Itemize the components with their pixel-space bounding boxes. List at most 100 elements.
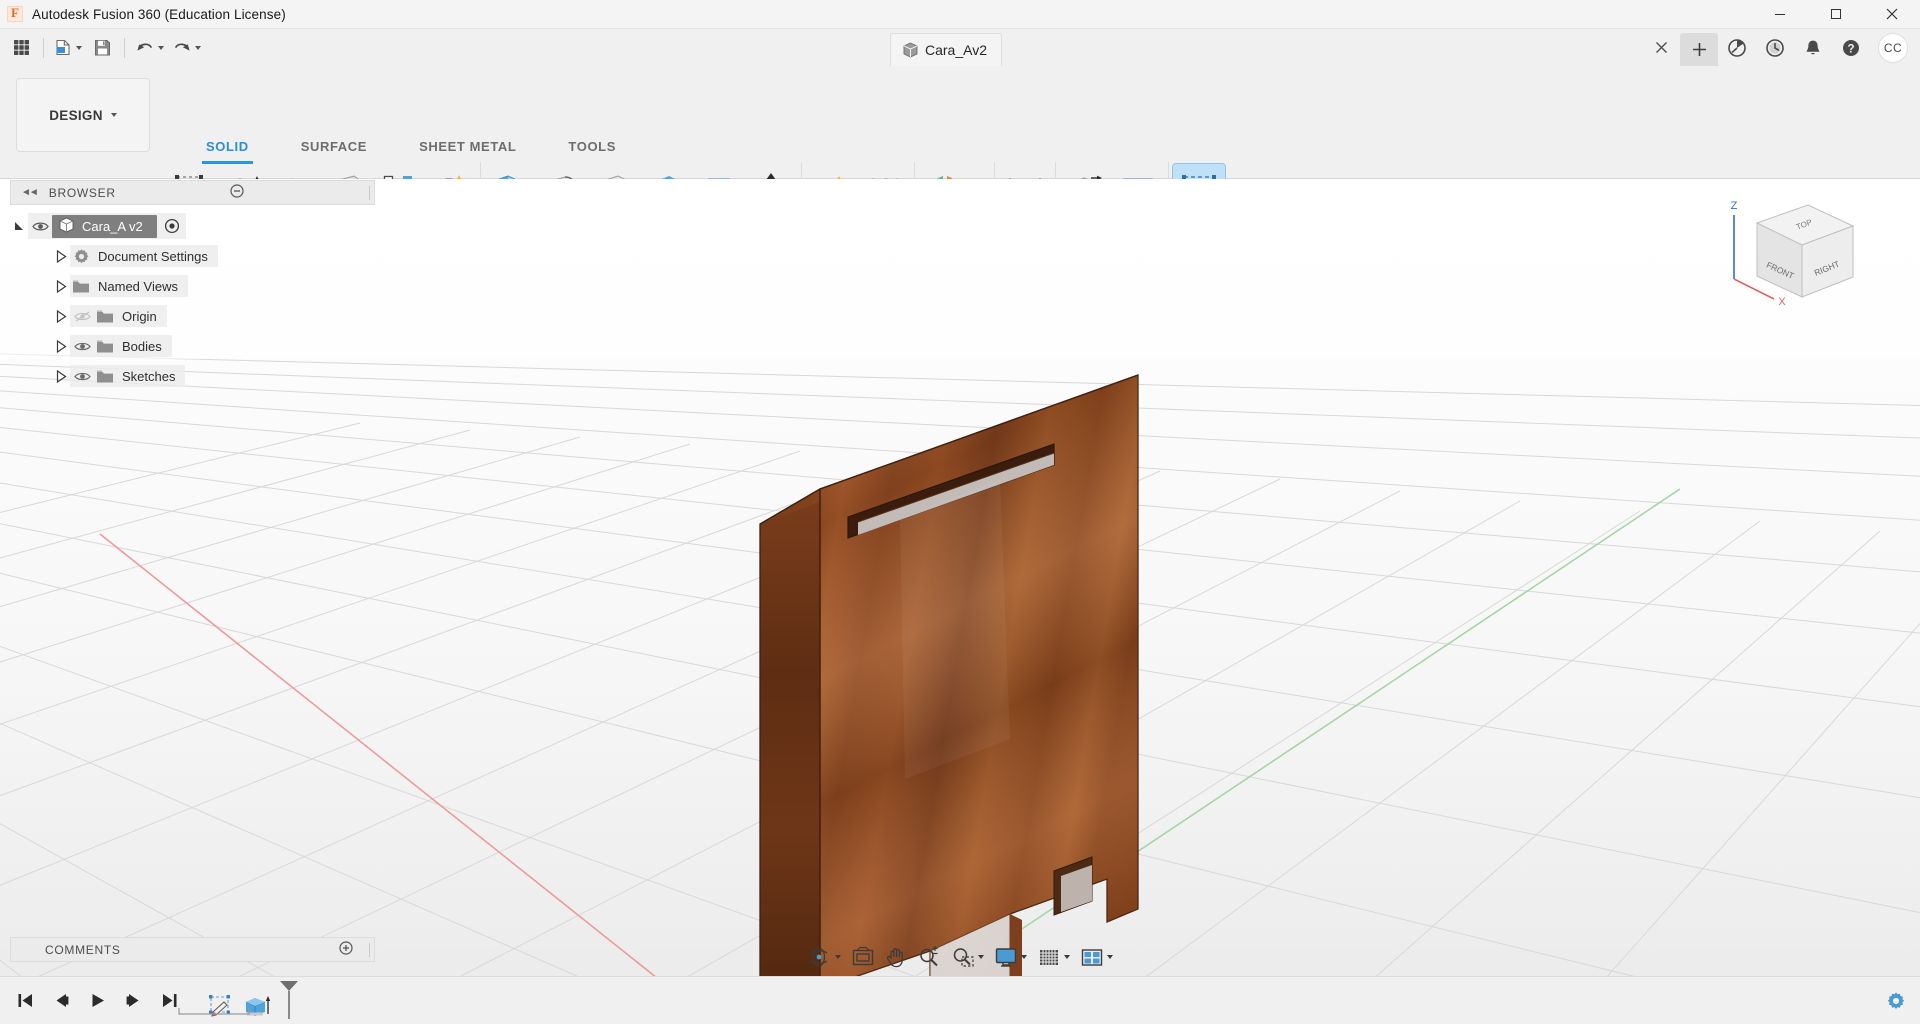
workspace-label: DESIGN bbox=[49, 108, 103, 123]
tree-row-origin[interactable]: Origin bbox=[10, 301, 375, 331]
visibility-eye-hidden-icon[interactable] bbox=[70, 310, 94, 323]
ribbon-tab-tools[interactable]: TOOLS bbox=[542, 134, 642, 158]
expand-arrow-icon[interactable] bbox=[52, 310, 70, 323]
maximize-button[interactable] bbox=[1808, 0, 1864, 29]
ribbon-tab-label: TOOLS bbox=[568, 139, 616, 154]
chevron-down-icon bbox=[978, 955, 984, 959]
panel-divider bbox=[369, 943, 370, 957]
tree-row-bodies[interactable]: Bodies bbox=[10, 331, 375, 361]
collapse-left-icon[interactable]: ◄◄ bbox=[21, 187, 37, 198]
visibility-eye-icon[interactable] bbox=[70, 340, 94, 353]
expand-arrow-icon[interactable] bbox=[52, 250, 70, 263]
timeline-play-button[interactable] bbox=[82, 986, 112, 1016]
toolbar-separator bbox=[43, 38, 44, 58]
chevron-down-icon bbox=[1064, 955, 1070, 959]
tree-row-named-views[interactable]: Named Views bbox=[10, 271, 375, 301]
orbit-icon[interactable] bbox=[802, 942, 846, 972]
look-at-icon[interactable] bbox=[846, 942, 880, 972]
comments-panel-header[interactable]: COMMENTS bbox=[10, 937, 375, 962]
chevron-down-icon bbox=[158, 46, 164, 50]
browser-header: ◄◄ BROWSER bbox=[10, 180, 375, 205]
timeline-settings-gear-icon[interactable] bbox=[1886, 991, 1906, 1011]
help-icon[interactable]: ? bbox=[1832, 29, 1870, 66]
visibility-eye-icon[interactable] bbox=[70, 370, 94, 383]
redo-button[interactable] bbox=[169, 34, 204, 62]
zoom-icon[interactable] bbox=[912, 942, 946, 972]
viewports-icon[interactable] bbox=[1075, 942, 1118, 972]
new-tab-icon[interactable] bbox=[1680, 33, 1718, 66]
timeline-step-back-button[interactable] bbox=[46, 986, 76, 1016]
activate-component-icon[interactable] bbox=[164, 218, 180, 234]
navigation-bar bbox=[802, 940, 1118, 974]
undo-button[interactable] bbox=[132, 34, 167, 62]
component-cube-icon bbox=[59, 217, 74, 236]
add-comment-icon[interactable] bbox=[339, 941, 353, 958]
solid-body-cara-a[interactable] bbox=[760, 375, 1138, 1024]
show-data-panel-button[interactable] bbox=[6, 34, 36, 62]
document-tab-bar: Cara_Av2 bbox=[250, 29, 1920, 66]
close-tab-icon[interactable] bbox=[1642, 29, 1680, 66]
timeline-bar bbox=[0, 976, 1920, 1024]
ribbon-tab-solid[interactable]: SOLID bbox=[180, 134, 275, 158]
chevron-down-icon bbox=[835, 955, 841, 959]
timeline-playhead[interactable] bbox=[276, 979, 302, 1021]
job-status-icon[interactable] bbox=[1718, 29, 1756, 66]
folder-icon bbox=[94, 309, 116, 324]
ribbon: DESIGN SOLID SURFACE SHEET METAL TOOLS bbox=[0, 66, 1920, 179]
browser-tree: Cara_A v2 bbox=[10, 205, 375, 391]
axis-x-label: X bbox=[1778, 296, 1786, 308]
svg-text:?: ? bbox=[1847, 43, 1854, 55]
gear-icon bbox=[70, 248, 92, 265]
expand-arrow-icon[interactable] bbox=[52, 280, 70, 293]
browser-title: BROWSER bbox=[49, 186, 116, 200]
close-button[interactable] bbox=[1864, 0, 1920, 29]
minimize-panel-icon[interactable] bbox=[230, 184, 244, 201]
tree-row-document-settings[interactable]: Document Settings bbox=[10, 241, 375, 271]
display-settings-icon[interactable] bbox=[989, 942, 1032, 972]
tree-row-sketches[interactable]: Sketches bbox=[10, 361, 375, 391]
tree-row-root[interactable]: Cara_A v2 bbox=[10, 211, 375, 241]
ribbon-tab-surface[interactable]: SURFACE bbox=[275, 134, 393, 158]
timeline-step-forward-button[interactable] bbox=[118, 986, 148, 1016]
view-cube[interactable]: Z X TOP FRONT RIGHT bbox=[1722, 191, 1872, 321]
expand-arrow-icon[interactable] bbox=[52, 340, 70, 353]
tree-item-label: Named Views bbox=[92, 279, 178, 294]
pan-hand-icon[interactable] bbox=[880, 942, 912, 972]
timeline-go-to-beginning-button[interactable] bbox=[10, 986, 40, 1016]
grid-snaps-icon[interactable] bbox=[1032, 942, 1075, 972]
fusion-logo-icon bbox=[7, 6, 23, 22]
expand-arrow-icon[interactable] bbox=[10, 220, 28, 232]
comments-title: COMMENTS bbox=[45, 943, 121, 957]
browser-panel: ◄◄ BROWSER bbox=[10, 180, 375, 391]
timeline-group-bracket bbox=[178, 1003, 250, 1018]
tree-item-label: Sketches bbox=[116, 369, 175, 384]
file-menu-button[interactable] bbox=[51, 34, 85, 62]
folder-icon bbox=[70, 279, 92, 294]
tree-root-chip[interactable]: Cara_A v2 bbox=[52, 215, 157, 238]
zoom-window-icon[interactable] bbox=[946, 942, 989, 972]
expand-arrow-icon[interactable] bbox=[52, 370, 70, 383]
minimize-button[interactable] bbox=[1752, 0, 1808, 29]
axis-x-line bbox=[1734, 279, 1774, 299]
tree-root-label: Cara_A v2 bbox=[82, 219, 143, 234]
ribbon-tab-label: SURFACE bbox=[301, 139, 367, 154]
body-sheen bbox=[900, 479, 1010, 779]
recent-activity-clock-icon[interactable] bbox=[1756, 29, 1794, 66]
quick-access-toolbar bbox=[0, 34, 204, 62]
document-tab-cara-av2[interactable]: Cara_Av2 bbox=[890, 33, 1002, 66]
ribbon-tab-sheet-metal[interactable]: SHEET METAL bbox=[393, 134, 542, 158]
ribbon-tab-label: SOLID bbox=[206, 139, 249, 154]
view-cube-body: TOP FRONT RIGHT bbox=[1757, 205, 1853, 297]
toolbar-separator bbox=[124, 38, 125, 58]
tree-item-label: Bodies bbox=[116, 339, 162, 354]
user-avatar[interactable]: CC bbox=[1878, 33, 1908, 63]
folder-icon bbox=[94, 339, 116, 354]
visibility-eye-icon[interactable] bbox=[28, 220, 52, 233]
chevron-down-icon bbox=[195, 46, 201, 50]
notifications-bell-icon[interactable] bbox=[1794, 29, 1832, 66]
title-bar: Autodesk Fusion 360 (Education License) bbox=[0, 0, 1920, 29]
window-controls bbox=[1752, 0, 1920, 29]
save-button[interactable] bbox=[87, 34, 117, 62]
chevron-down-icon bbox=[1021, 955, 1027, 959]
workspace-switcher[interactable]: DESIGN bbox=[16, 78, 150, 152]
